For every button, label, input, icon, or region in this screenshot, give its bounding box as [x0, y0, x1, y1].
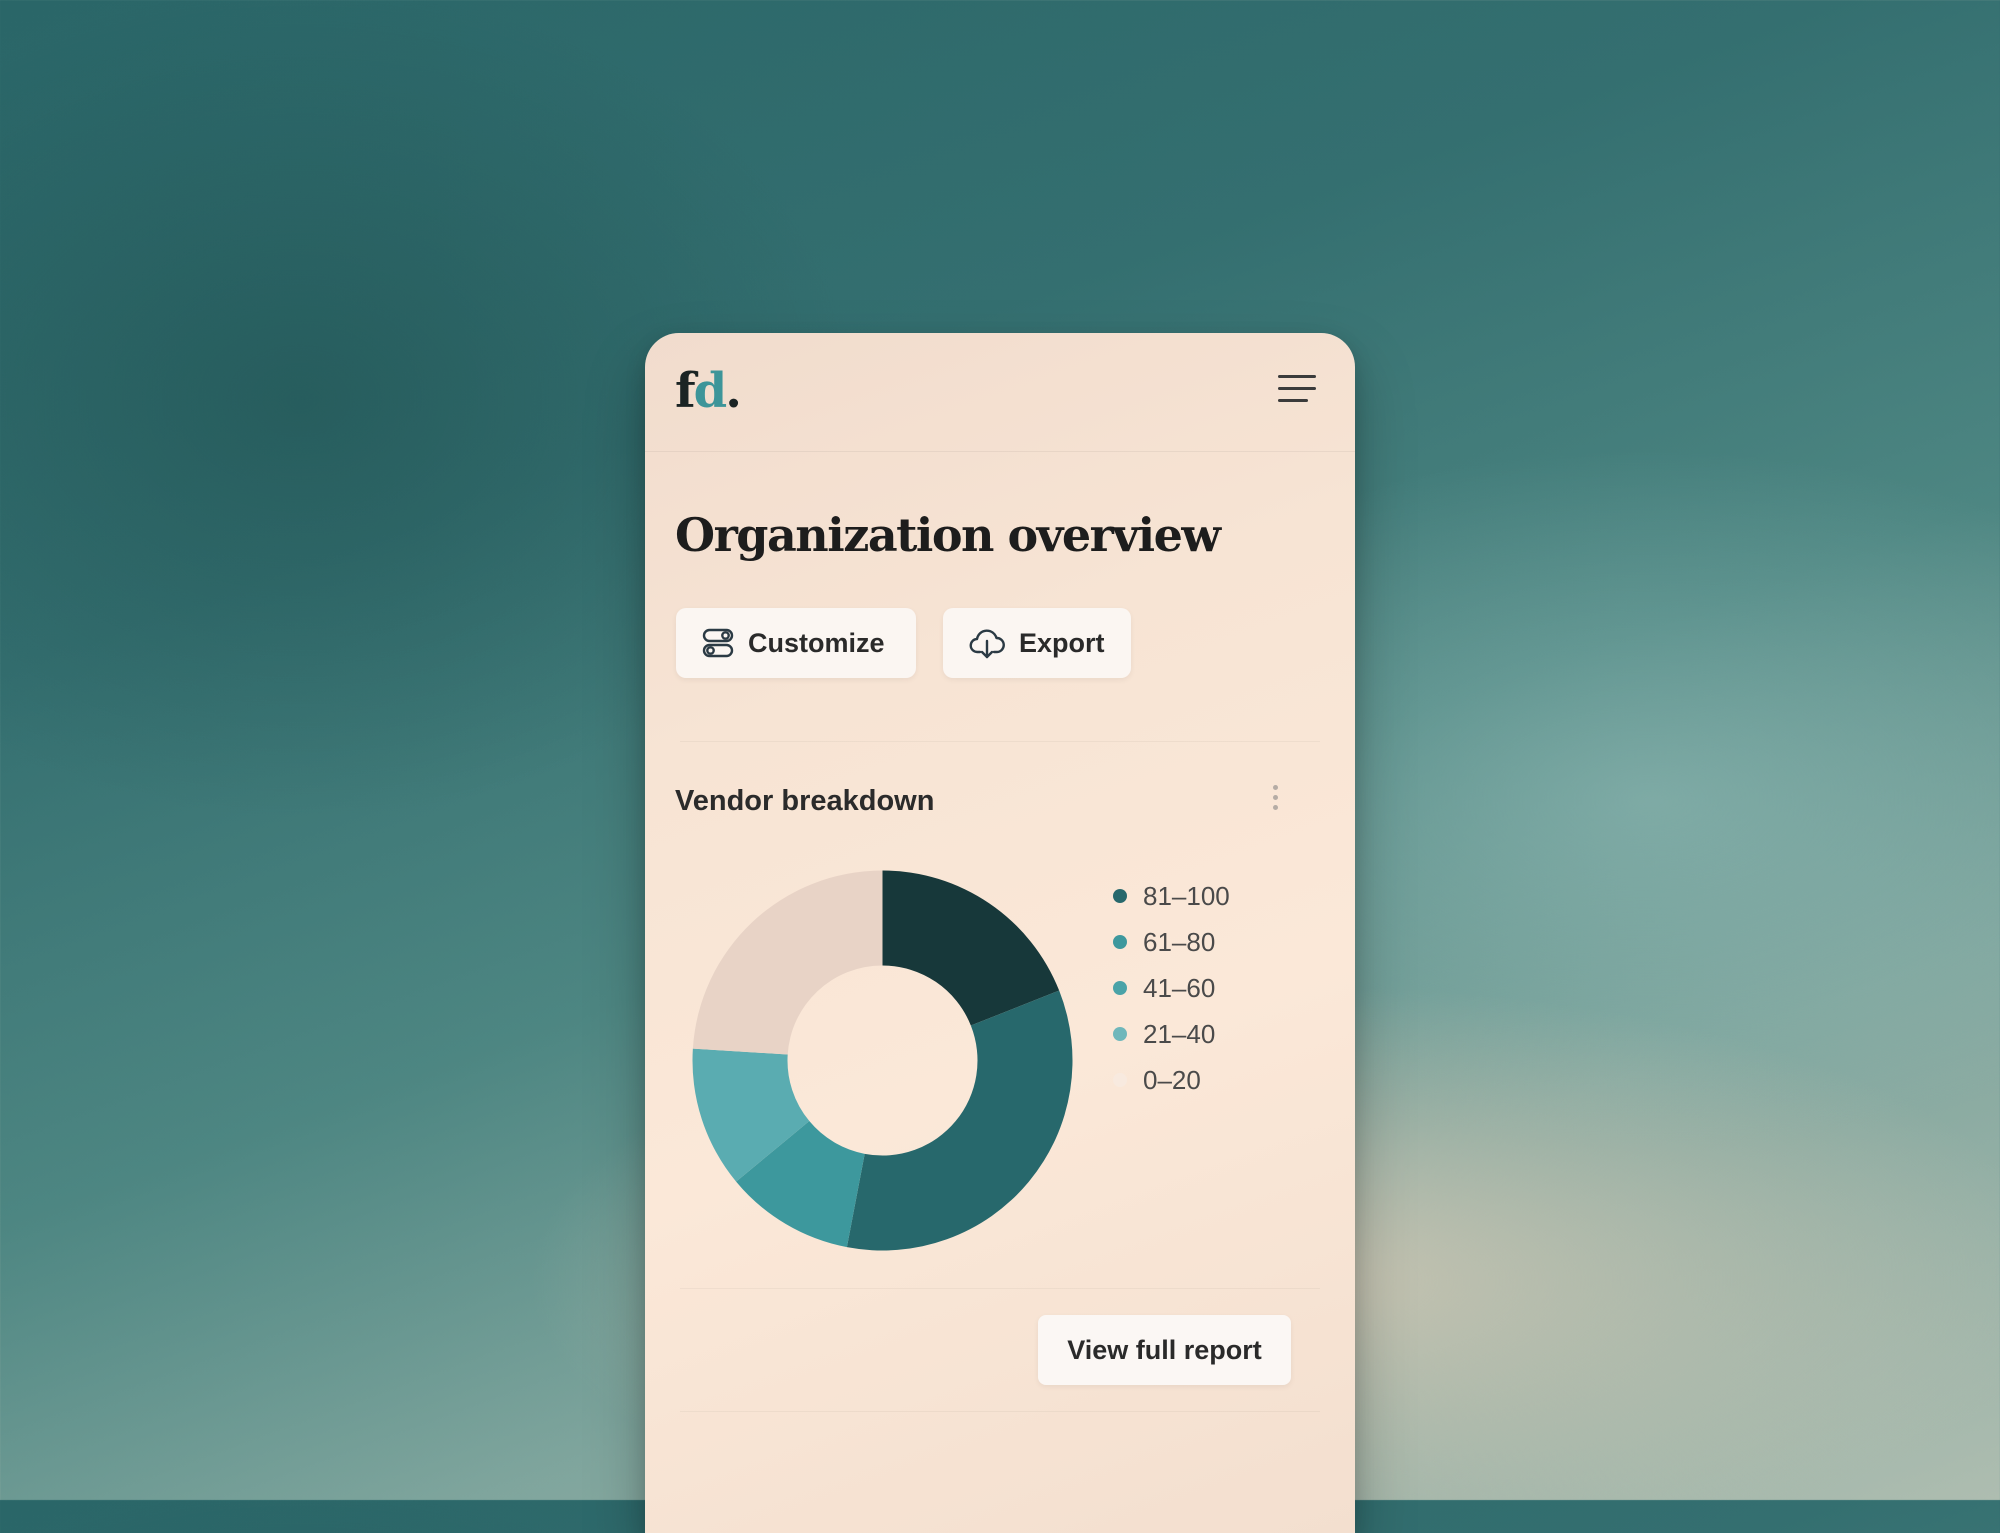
- legend-swatch: [1113, 889, 1127, 903]
- legend-label: 0–20: [1143, 1064, 1201, 1095]
- legend-item: 61–80: [1113, 919, 1230, 965]
- legend-swatch: [1113, 1073, 1127, 1087]
- logo-dot: .: [725, 363, 742, 419]
- legend-label: 41–60: [1143, 972, 1216, 1003]
- logo-letter-f: f: [675, 363, 696, 419]
- donut-chart: [692, 870, 1073, 1251]
- logo-letter-d: d: [693, 363, 728, 419]
- top-bar: fd.: [645, 333, 1355, 452]
- card-divider: [680, 1288, 1320, 1289]
- export-label: Export: [1019, 627, 1105, 658]
- page-title: Organization overview: [675, 508, 1221, 562]
- legend-item: 0–20: [1113, 1057, 1230, 1103]
- hamburger-menu-icon[interactable]: [1273, 367, 1323, 411]
- donut-slice-0–20[interactable]: [692, 870, 883, 1055]
- legend-swatch: [1113, 1027, 1127, 1041]
- legend-label: 21–40: [1143, 1018, 1216, 1049]
- toggles-icon: [702, 628, 734, 658]
- vertical-ellipsis-icon[interactable]: [1265, 779, 1287, 815]
- export-button[interactable]: Export: [943, 608, 1131, 678]
- legend-item: 21–40: [1113, 1011, 1230, 1057]
- legend-swatch: [1113, 981, 1127, 995]
- legend-item: 81–100: [1113, 873, 1230, 919]
- card-bottom-divider: [680, 1411, 1320, 1412]
- view-full-report-label: View full report: [1067, 1334, 1262, 1365]
- customize-button[interactable]: Customize: [676, 608, 916, 678]
- legend-item: 41–60: [1113, 965, 1230, 1011]
- legend-label: 61–80: [1143, 926, 1216, 957]
- legend-swatch: [1113, 935, 1127, 949]
- card-title: Vendor breakdown: [675, 785, 935, 817]
- phone-screen: fd. Organization overview Customize Expo…: [645, 333, 1355, 1533]
- customize-label: Customize: [748, 627, 885, 658]
- chart-legend: 81–100 61–80 41–60 21–40 0–20: [1113, 873, 1230, 1103]
- cloud-download-icon: [969, 629, 1005, 659]
- donut-slice-61–80[interactable]: [846, 990, 1073, 1251]
- legend-label: 81–100: [1143, 880, 1230, 911]
- brand-logo[interactable]: fd.: [675, 363, 742, 419]
- view-full-report-button[interactable]: View full report: [1038, 1315, 1291, 1385]
